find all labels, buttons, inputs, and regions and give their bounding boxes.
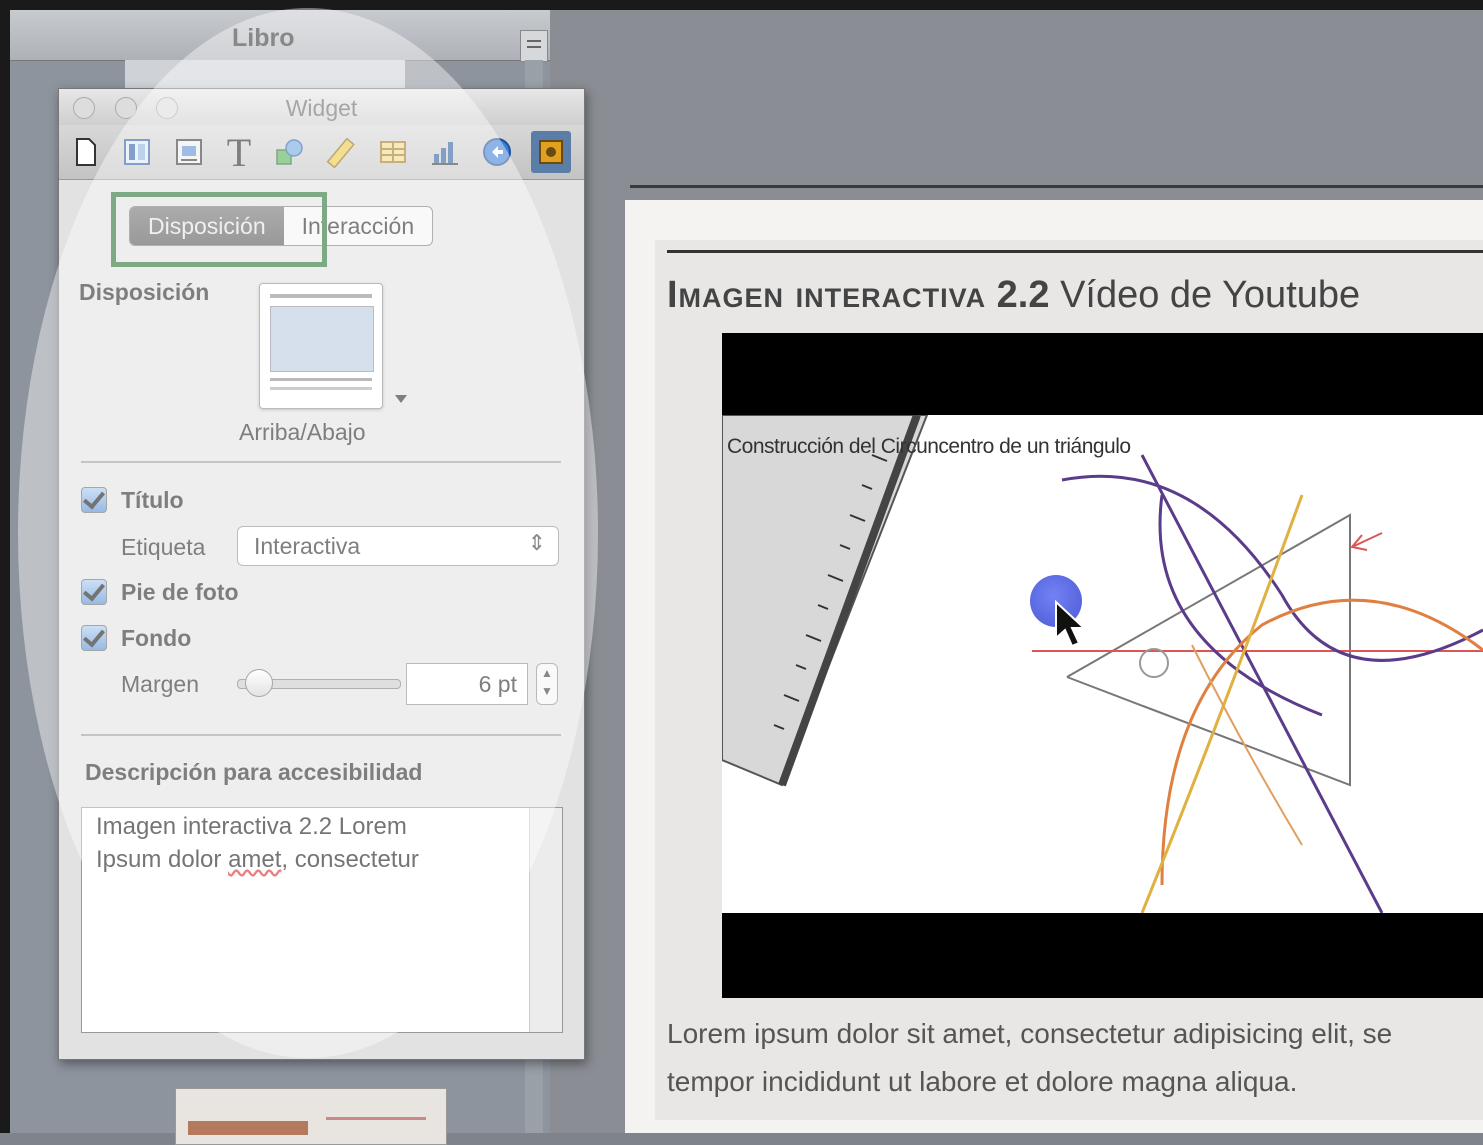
inspector-title: Widget	[285, 95, 358, 121]
widget-inspector: Widget T Disposición Interacción Disposi…	[58, 88, 585, 1060]
screen-frame-top	[0, 0, 1483, 10]
inspector-toolbar: T	[59, 125, 584, 180]
divider	[81, 461, 561, 463]
caption-line-1: Lorem ipsum dolor sit amet, consectetur …	[667, 1018, 1393, 1049]
margin-field[interactable]: 6 pt	[406, 663, 528, 705]
background-checkbox[interactable]	[81, 625, 107, 651]
sidebar-menu-button[interactable]	[520, 30, 548, 62]
accessibility-text: Imagen interactiva 2.2 Lorem Ipsum dolor…	[96, 810, 526, 876]
margin-label: Margen	[121, 671, 199, 697]
widget-icon[interactable]	[531, 131, 571, 173]
canvas-divider	[630, 185, 1483, 188]
margin-stepper[interactable]: ▲ ▼	[536, 663, 558, 705]
video-frame[interactable]: Construcción del Circuncentro de un triá…	[722, 415, 1483, 913]
accessibility-label: Descripción para accesibilidad	[85, 759, 423, 785]
document-icon[interactable]	[65, 131, 105, 173]
misspelled-word: amet	[228, 846, 282, 873]
text-icon[interactable]: T	[219, 130, 259, 175]
background-checkbox-label: Fondo	[121, 625, 192, 651]
inspector-titlebar[interactable]: Widget	[59, 89, 584, 125]
sidebar-header: Libro	[10, 10, 550, 62]
accessibility-text-line-1: Imagen interactiva 2.2 Lorem	[96, 813, 407, 840]
tag-select-value: Interactiva	[254, 533, 361, 559]
layout-label: Disposición	[79, 279, 210, 305]
ruler-icon[interactable]	[321, 131, 361, 173]
widget-title-number: 2.2	[996, 274, 1050, 316]
table-icon[interactable]	[373, 131, 413, 173]
youtube-video[interactable]: Construcción del Circuncentro de un triá…	[722, 333, 1483, 998]
layout-value: Arriba/Abajo	[239, 419, 366, 445]
tab-highlight-box	[111, 192, 327, 267]
accessibility-text-line-2: Ipsum dolor amet, consectetur	[96, 846, 419, 873]
sidebar-title: Libro	[232, 24, 295, 52]
shape-icon[interactable]	[269, 131, 309, 173]
tag-label: Etiqueta	[121, 534, 206, 560]
widget-container[interactable]: Imagen interactiva 2.2 Vídeo de Youtube	[655, 240, 1483, 1120]
title-checkbox-label: Título	[121, 487, 184, 513]
tag-select[interactable]: Interactiva ⇕	[237, 526, 559, 566]
link-icon[interactable]	[477, 131, 517, 173]
page-thumbnail-bottom[interactable]	[175, 1088, 447, 1145]
widget-rule	[667, 250, 1483, 253]
widget-caption-text: Lorem ipsum dolor sit amet, consectetur …	[667, 1010, 1483, 1106]
title-checkbox[interactable]	[81, 487, 107, 513]
widget-title-label: Imagen interactiva	[667, 274, 987, 316]
widget-title-text: Vídeo de Youtube	[1060, 274, 1361, 316]
layout-picker[interactable]	[259, 283, 383, 409]
layout-picker-arrow-icon[interactable]	[395, 395, 407, 403]
screen-frame-left	[0, 0, 10, 1133]
mouse-pointer-icon	[1055, 600, 1087, 648]
accessibility-textarea[interactable]: Imagen interactiva 2.2 Lorem Ipsum dolor…	[81, 807, 563, 1033]
margin-value: 6 pt	[478, 671, 517, 697]
video-caption: Construcción del Circuncentro de un triá…	[727, 435, 1131, 458]
book-page: Imagen interactiva 2.2 Vídeo de Youtube	[625, 200, 1483, 1133]
caption-checkbox-label: Pie de foto	[121, 579, 239, 605]
select-arrows-icon: ⇕	[527, 530, 546, 555]
caption-line-2: tempor incididunt ut labore et dolore ma…	[667, 1066, 1298, 1097]
geometry-construction-image	[722, 415, 1483, 913]
wrap-icon[interactable]	[169, 131, 209, 173]
textarea-scrollbar[interactable]	[529, 808, 562, 1032]
widget-title[interactable]: Imagen interactiva 2.2 Vídeo de Youtube	[667, 274, 1360, 317]
divider	[81, 734, 561, 736]
layout-icon[interactable]	[117, 131, 157, 173]
caption-checkbox[interactable]	[81, 579, 107, 605]
margin-slider-knob[interactable]	[245, 669, 273, 697]
chart-icon[interactable]	[425, 131, 465, 173]
